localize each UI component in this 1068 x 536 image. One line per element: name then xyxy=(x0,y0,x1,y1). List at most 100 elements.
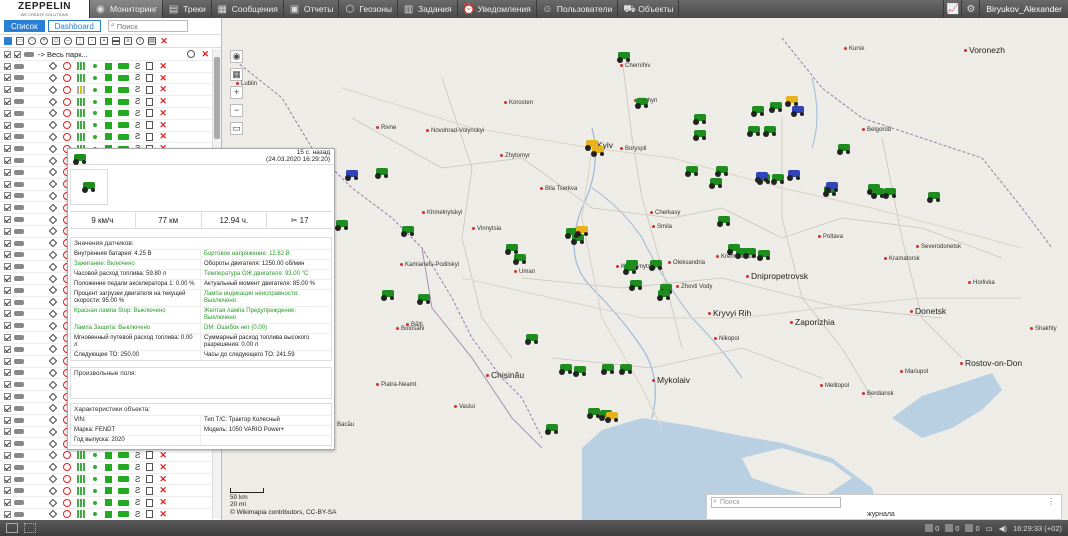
delete-icon[interactable]: ✕ xyxy=(159,474,167,485)
map-view[interactable]: ◉ ▦ + − ▭ Chernihiv Kyiv Boryspil Zhytomyr B… xyxy=(222,18,1068,520)
group-locate-icon[interactable] xyxy=(187,50,196,59)
tractor-marker-icon[interactable] xyxy=(590,144,606,157)
row-checkbox[interactable] xyxy=(4,499,11,507)
delete-icon[interactable]: ✕ xyxy=(159,84,167,95)
nav-messages[interactable]: ▦ Сообщения xyxy=(212,0,284,18)
tractor-marker-icon[interactable] xyxy=(628,278,644,291)
tag-icon[interactable]: ◇ xyxy=(52,37,60,45)
unit-row[interactable]: Ƨ✕ xyxy=(0,131,212,144)
info-icon[interactable] xyxy=(146,109,154,118)
unit-row[interactable]: Ƨ✕ xyxy=(0,497,212,510)
tractor-marker-icon[interactable] xyxy=(512,252,528,265)
battery-icon[interactable]: ▬ xyxy=(112,37,120,45)
commands-icon[interactable]: Ƨ xyxy=(135,97,140,106)
row-checkbox[interactable] xyxy=(4,133,11,141)
row-checkbox[interactable] xyxy=(4,227,11,235)
row-checkbox[interactable] xyxy=(4,216,11,224)
tractor-marker-icon[interactable] xyxy=(374,166,390,179)
row-checkbox[interactable] xyxy=(4,475,11,483)
status-badge-messages[interactable]: 0 xyxy=(965,524,980,533)
row-checkbox[interactable] xyxy=(4,98,11,106)
info-icon[interactable] xyxy=(146,486,154,495)
row-checkbox[interactable] xyxy=(4,275,11,283)
info-icon[interactable] xyxy=(146,97,154,106)
tractor-marker-icon[interactable] xyxy=(926,190,942,203)
signal-icon[interactable]: ⋮ xyxy=(76,37,84,45)
commands-icon[interactable]: Ƨ xyxy=(135,486,140,495)
tractor-marker-icon[interactable] xyxy=(756,248,772,261)
row-checkbox[interactable] xyxy=(4,204,11,212)
info-icon[interactable]: i xyxy=(136,37,144,45)
row-checkbox[interactable] xyxy=(4,310,11,318)
delete-icon[interactable]: ✕ xyxy=(201,49,209,60)
commands-icon[interactable]: Ƨ xyxy=(135,132,140,141)
more-icon[interactable]: ⋮ xyxy=(1047,497,1055,506)
tractor-marker-icon[interactable] xyxy=(616,50,632,63)
row-checkbox[interactable] xyxy=(4,381,11,389)
row-checkbox[interactable] xyxy=(4,50,11,58)
tractor-marker-icon[interactable] xyxy=(708,176,724,189)
tractor-marker-icon[interactable] xyxy=(684,164,700,177)
delete-icon[interactable]: ✕ xyxy=(159,61,167,72)
info-icon[interactable] xyxy=(146,475,154,484)
nav-users[interactable]: ☺ Пользователи xyxy=(537,0,619,18)
vehicle-icon[interactable]: ▭ xyxy=(16,37,24,45)
row-checkbox[interactable] xyxy=(4,62,11,70)
edit-icon[interactable]: ▤ xyxy=(148,37,156,45)
info-icon[interactable] xyxy=(146,73,154,82)
commands-icon[interactable]: Ƨ xyxy=(135,451,140,460)
chart-icon[interactable]: 📈 xyxy=(943,0,961,18)
row-checkbox[interactable] xyxy=(4,121,11,129)
tractor-marker-icon[interactable] xyxy=(714,164,730,177)
delete-icon[interactable]: ✕ xyxy=(159,108,167,119)
units-search[interactable]: ⌕ xyxy=(107,20,188,32)
row-checkbox[interactable] xyxy=(4,251,11,259)
tractor-marker-icon[interactable] xyxy=(572,364,588,377)
info-icon[interactable] xyxy=(146,121,154,130)
unit-row[interactable]: Ƨ✕ xyxy=(0,485,212,498)
row-checkbox[interactable] xyxy=(4,428,11,436)
info-icon[interactable] xyxy=(146,510,154,519)
row-checkbox[interactable] xyxy=(4,463,11,471)
delete-icon[interactable]: ✕ xyxy=(159,462,167,473)
tractor-marker-icon[interactable] xyxy=(770,172,786,185)
window-icon[interactable]: ▭ xyxy=(986,524,993,533)
tractor-marker-icon[interactable] xyxy=(618,362,634,375)
tab-dashboard[interactable]: Dashboard xyxy=(47,20,101,32)
nav-geofences[interactable]: ⬡ Геозоны xyxy=(339,0,399,18)
tractor-marker-icon[interactable] xyxy=(334,218,350,231)
ignition-icon[interactable]: ▪ xyxy=(100,37,108,45)
row-checkbox[interactable] xyxy=(4,145,11,153)
tractor-marker-icon[interactable] xyxy=(746,124,762,137)
stop-icon[interactable]: – xyxy=(64,37,72,45)
nav-notifications[interactable]: ⏰ Уведомления xyxy=(458,0,537,18)
truck-marker-icon[interactable] xyxy=(786,168,802,181)
commands-icon[interactable]: Ƨ xyxy=(135,475,140,484)
row-checkbox[interactable] xyxy=(4,168,11,176)
row-checkbox[interactable] xyxy=(4,180,11,188)
commands-icon[interactable]: Ƨ xyxy=(135,498,140,507)
row-checkbox[interactable] xyxy=(4,109,11,117)
status-badge-alerts[interactable]: 0 xyxy=(945,524,959,533)
map-layers-button[interactable]: ◉ xyxy=(230,50,243,63)
tractor-marker-icon[interactable] xyxy=(648,258,664,271)
commands-icon[interactable]: ≥ xyxy=(124,37,132,45)
unit-row[interactable]: Ƨ✕ xyxy=(0,450,212,462)
row-checkbox[interactable] xyxy=(4,239,11,247)
tractor-marker-icon[interactable] xyxy=(544,422,560,435)
delete-icon[interactable]: ✕ xyxy=(159,450,167,461)
gps-icon[interactable]: ◦ xyxy=(88,37,96,45)
unit-row[interactable]: Ƨ✕ xyxy=(0,462,212,474)
zeppelin-logo[interactable]: ZEPPELIN WE CREATE SOLUTIONS xyxy=(0,0,90,18)
scroll-thumb[interactable] xyxy=(214,57,220,139)
tractor-marker-icon[interactable] xyxy=(524,332,540,345)
tractor-marker-icon[interactable] xyxy=(656,288,672,301)
apps-grid-icon[interactable] xyxy=(24,523,36,533)
delete-icon[interactable]: ✕ xyxy=(159,120,167,131)
row-checkbox[interactable] xyxy=(4,451,11,459)
row-checkbox[interactable] xyxy=(4,369,11,377)
row-checkbox[interactable] xyxy=(4,416,11,424)
truck-marker-icon[interactable] xyxy=(824,180,840,193)
commands-icon[interactable]: Ƨ xyxy=(135,109,140,118)
delete-icon[interactable]: ✕ xyxy=(159,497,167,508)
